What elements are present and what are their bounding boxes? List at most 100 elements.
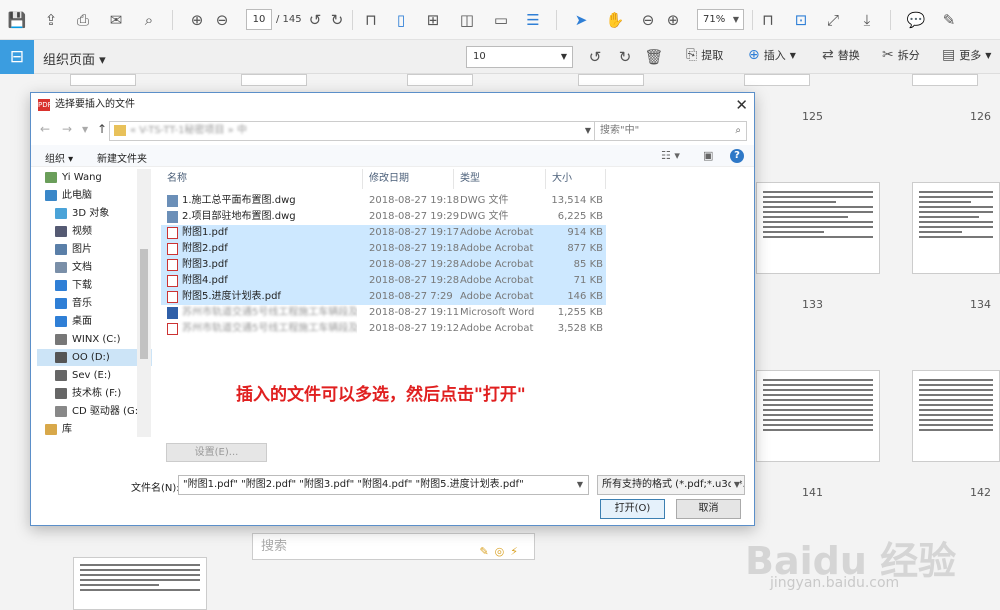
screen-icon[interactable]: ▭ [490, 9, 512, 31]
undo-icon[interactable]: ↺ [584, 46, 606, 68]
download-icon[interactable]: ⤓ [856, 9, 878, 31]
organize-button[interactable]: 组织 ▾ [45, 150, 73, 165]
tree-item[interactable]: 音乐 [37, 295, 152, 312]
file-row[interactable]: 苏州市轨道交通5号线工程施工车辆段及... 2018-08-27 19:11 Mic… [161, 305, 606, 321]
book-view-icon[interactable]: ◫ [456, 9, 478, 31]
rotate-left-icon[interactable]: ↺ [304, 9, 326, 31]
rotate-right-icon[interactable]: ↻ [326, 9, 348, 31]
redo-icon[interactable]: ↻ [614, 46, 636, 68]
file-row[interactable]: 苏州市轨道交通5号线工程施工车辆段及... 2018-08-27 19:12 Ado… [161, 321, 606, 337]
column-header-size[interactable]: 大小 [546, 169, 606, 189]
mail-icon[interactable]: ✉ [105, 9, 127, 31]
tree-item[interactable]: CD 驱动器 (G: [37, 403, 152, 420]
tree-item[interactable]: 此电脑 [37, 187, 152, 204]
dialog-search-input[interactable]: 搜索"中" ⌕ [594, 121, 747, 141]
file-row[interactable]: 附图3.pdf 2018-08-27 19:28 Adobe Acrobat 85 K… [161, 257, 606, 273]
upload-icon[interactable]: ⇪ [40, 9, 62, 31]
filetype-select[interactable]: 所有支持的格式 (*.pdf;*.u3d;*. ▼ [597, 475, 745, 495]
page-number-input[interactable]: 10 [246, 9, 272, 30]
replace-button[interactable]: ⇄ 替换 [822, 47, 860, 63]
delete-icon[interactable]: 🗑 [643, 46, 665, 68]
forward-arrow-icon[interactable]: → [62, 122, 72, 136]
view-options-icon[interactable]: ☷ ▾ [661, 149, 680, 162]
save-icon[interactable]: 💾 [6, 9, 28, 31]
split-button[interactable]: ✂ 拆分 [882, 47, 920, 63]
page-up-icon[interactable]: ⊕ [186, 9, 208, 31]
command-bar: 组织 ▾ 新建文件夹 ☷ ▾ ▣ ? [31, 145, 754, 167]
page-range-select[interactable]: 10 ▼ [466, 46, 573, 68]
page-down-icon[interactable]: ⊖ [211, 9, 233, 31]
page-thumbnail[interactable] [756, 370, 880, 462]
grid-icon[interactable]: ⊡ [790, 9, 812, 31]
page-thumbnail[interactable] [407, 74, 473, 86]
page-thumbnail[interactable] [756, 182, 880, 274]
preview-pane-icon[interactable]: ▣ [703, 149, 713, 162]
column-header-date[interactable]: 修改日期 [363, 169, 454, 189]
tree-item[interactable]: 视频 [37, 223, 152, 240]
tree-item[interactable]: 库 [37, 421, 152, 437]
new-folder-button[interactable]: 新建文件夹 [97, 150, 147, 165]
extract-button[interactable]: ⎘ 提取 [686, 47, 723, 63]
page-thumbnail[interactable] [578, 74, 644, 86]
tree-item[interactable]: 文档 [37, 259, 152, 276]
page-thumbnail[interactable] [73, 557, 207, 610]
tree-item[interactable]: 图片 [37, 241, 152, 258]
organize-pages-menu[interactable]: 组织页面 ▾ [43, 49, 106, 68]
page-number-label: 133 [802, 298, 823, 311]
lines-icon[interactable]: ☰ [522, 9, 544, 31]
doc-file-icon [167, 307, 178, 319]
tree-item[interactable]: 下载 [37, 277, 152, 294]
address-bar[interactable]: « V-TS-TT-1秘密项目 » 中 ▼ [109, 121, 598, 141]
open-button[interactable]: 打开(O) [600, 499, 665, 519]
print-icon[interactable]: ⎙ [72, 9, 94, 31]
page-thumbnail[interactable] [912, 182, 1000, 274]
tree-item[interactable]: 桌面 [37, 313, 152, 330]
tree-item[interactable]: Yi Wang [37, 169, 152, 186]
settings-button[interactable]: 设置(E)... [166, 443, 267, 462]
tree-scrollbar[interactable] [137, 169, 151, 437]
single-page-icon[interactable]: ▯ [390, 9, 412, 31]
page-thumbnail[interactable] [912, 74, 978, 86]
more-button[interactable]: ▤ 更多 ▼ [942, 47, 991, 63]
page-thumbnail[interactable] [744, 74, 810, 86]
file-row[interactable]: 附图2.pdf 2018-08-27 19:18 Adobe Acrobat 877 … [161, 241, 606, 257]
comment-icon[interactable]: 💬 [905, 9, 927, 31]
fit-width-icon[interactable]: ⊓ [757, 9, 779, 31]
file-row[interactable]: 附图5.进度计划表.pdf 2018-08-27 7:29 Adobe Acroba… [161, 289, 606, 305]
fit-page-icon[interactable]: ⊓ [360, 9, 382, 31]
up-arrow-icon[interactable]: ↑ [97, 122, 107, 136]
zoom-out-icon[interactable]: ⊖ [637, 9, 659, 31]
tree-item[interactable]: 3D 对象 [37, 205, 152, 222]
search-icon[interactable]: ⌕ [138, 9, 160, 31]
file-row[interactable]: 1.施工总平面布置图.dwg 2018-08-27 19:18 DWG 文件 13,5… [161, 193, 606, 209]
page-thumbnail[interactable] [70, 74, 136, 86]
file-row[interactable]: 2.项目部驻地布置图.dwg 2018-08-27 19:29 DWG 文件 6,22… [161, 209, 606, 225]
cancel-button[interactable]: 取消 [676, 499, 741, 519]
insert-button[interactable]: ⊕ 插入 ▼ [748, 47, 796, 63]
two-page-icon[interactable]: ⊞ [422, 9, 444, 31]
tree-item[interactable]: OO (D:) [37, 349, 152, 366]
cursor-icon[interactable]: ➤ [570, 9, 592, 31]
zoom-in-icon[interactable]: ⊕ [662, 9, 684, 31]
tree-item[interactable]: 技术栋 (F:) [37, 385, 152, 402]
bottom-search-box[interactable]: 搜索 ✎◎⚡ [252, 533, 535, 560]
tree-item[interactable]: Sev (E:) [37, 367, 152, 384]
chevron-down-icon[interactable]: ▼ [82, 125, 88, 134]
filename-input[interactable]: "附图1.pdf" "附图2.pdf" "附图3.pdf" "附图4.pdf" … [178, 475, 589, 495]
help-icon[interactable]: ? [730, 149, 744, 163]
file-row[interactable]: 附图4.pdf 2018-08-27 19:28 Adobe Acrobat 71 K… [161, 273, 606, 289]
page-thumbnail[interactable] [912, 370, 1000, 462]
hand-icon[interactable]: ✋ [604, 9, 626, 31]
tree-item[interactable]: WINX (C:) [37, 331, 152, 348]
sidebar-toggle-icon[interactable]: ⊟ [0, 40, 34, 74]
column-header-type[interactable]: 类型 [454, 169, 546, 189]
column-header-name[interactable]: 名称 [161, 169, 363, 189]
pen-icon[interactable]: ✎ [938, 9, 960, 31]
close-icon[interactable]: ✕ [735, 96, 748, 114]
fullscreen-icon[interactable]: ⤢ [822, 9, 844, 31]
page-thumbnail[interactable] [241, 74, 307, 86]
file-row[interactable]: 附图1.pdf 2018-08-27 19:17 Adobe Acrobat 914 … [161, 225, 606, 241]
zoom-select[interactable]: 71% ▼ [697, 9, 744, 30]
back-arrow-icon[interactable]: ← [40, 122, 50, 136]
folder-icon [45, 424, 57, 435]
